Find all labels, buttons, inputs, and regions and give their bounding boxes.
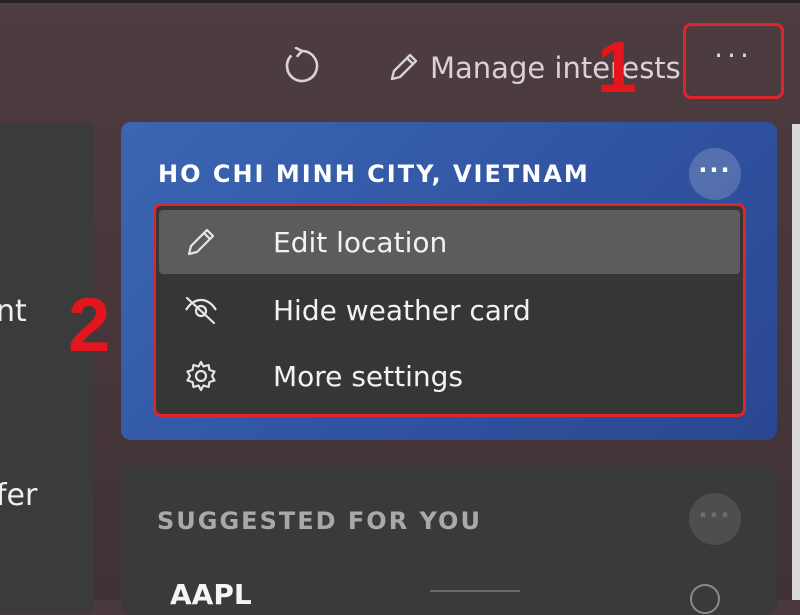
eye-off-icon: [179, 293, 223, 327]
suggested-card-title: SUGGESTED FOR YOU: [157, 507, 482, 535]
left-card-text-fragment: nt: [0, 294, 27, 329]
top-border: [0, 0, 800, 3]
follow-stock-toggle[interactable]: [690, 584, 720, 614]
pencil-icon: [179, 225, 223, 259]
scrollbar[interactable]: [792, 124, 800, 600]
weather-location-title: HO CHI MINH CITY, VIETNAM: [158, 160, 590, 188]
weather-context-menu: Edit location Hide weather card More set…: [153, 203, 746, 417]
more-horizontal-icon: ···: [698, 501, 732, 529]
annotation-step-2: 2: [68, 283, 111, 368]
left-card-text-fragment: fer: [0, 478, 38, 513]
pencil-icon: [390, 53, 418, 81]
refresh-button[interactable]: [280, 44, 324, 88]
gear-icon: [179, 359, 223, 393]
refresh-icon: [285, 47, 319, 83]
annotation-step-1: 1: [597, 28, 638, 108]
weather-card-more-button[interactable]: ···: [689, 148, 741, 200]
left-news-card: [0, 123, 94, 613]
menu-item-label: Hide weather card: [273, 293, 531, 327]
menu-item-hide-weather-card[interactable]: Hide weather card: [159, 278, 740, 342]
more-horizontal-icon: ···: [714, 39, 753, 72]
manage-interests-label: Manage interests: [430, 51, 681, 85]
stock-detail-fragment: [430, 590, 520, 602]
menu-item-edit-location[interactable]: Edit location: [159, 210, 740, 274]
menu-item-label: More settings: [273, 359, 463, 393]
stock-symbol[interactable]: AAPL: [170, 578, 252, 611]
menu-item-label: Edit location: [273, 225, 448, 259]
more-options-button[interactable]: ···: [683, 23, 784, 99]
menu-item-more-settings[interactable]: More settings: [159, 344, 740, 408]
more-horizontal-icon: ···: [698, 156, 732, 184]
suggested-card-more-button[interactable]: ···: [689, 493, 741, 545]
